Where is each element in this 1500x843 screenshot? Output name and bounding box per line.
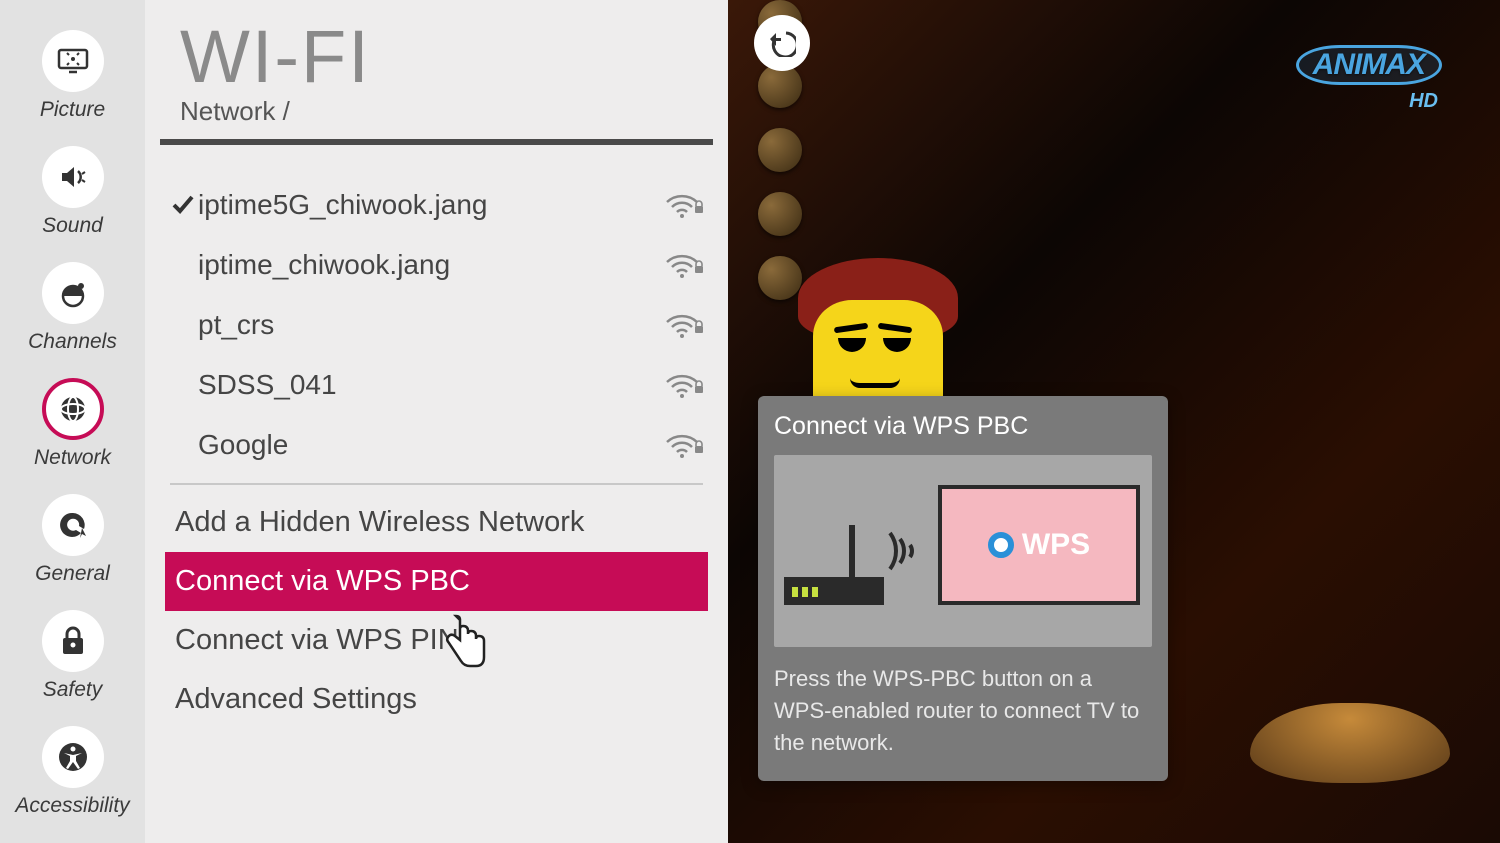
wifi-network-row[interactable]: pt_crs bbox=[160, 295, 713, 355]
sidebar-item-label: Channels bbox=[28, 330, 117, 354]
wps-tooltip-card: Connect via WPS PBC WPS Press the WPS-PB… bbox=[758, 396, 1168, 781]
tv-content-preview: ANIMAX HD Connect via WPS PBC WPS Press … bbox=[728, 0, 1500, 843]
sidebar-item-label: Safety bbox=[43, 678, 103, 702]
wifi-network-list: iptime5G_chiwook.jang iptime_chiwook.jan… bbox=[145, 145, 728, 729]
wifi-network-row[interactable]: Google bbox=[160, 415, 713, 475]
connect-wps-pin-option[interactable]: Connect via WPS PIN bbox=[165, 611, 708, 670]
sidebar-item-label: Picture bbox=[40, 98, 105, 122]
wifi-ssid: iptime_chiwook.jang bbox=[198, 249, 655, 281]
channel-logo: ANIMAX bbox=[1296, 45, 1442, 85]
wifi-ssid: iptime5G_chiwook.jang bbox=[198, 189, 655, 221]
sidebar-item-channels[interactable]: Channels bbox=[0, 252, 145, 368]
tooltip-body: Press the WPS-PBC button on a WPS-enable… bbox=[774, 663, 1152, 759]
sidebar-item-picture[interactable]: Picture bbox=[0, 20, 145, 136]
page-title: WI-FI bbox=[180, 20, 693, 94]
safety-icon bbox=[42, 610, 104, 672]
checkmark-icon bbox=[168, 195, 198, 215]
signal-icon bbox=[884, 523, 932, 584]
general-icon bbox=[42, 494, 104, 556]
accessibility-icon bbox=[42, 726, 104, 788]
wifi-ssid: SDSS_041 bbox=[198, 369, 655, 401]
sidebar-item-accessibility[interactable]: Accessibility bbox=[0, 716, 145, 832]
channels-icon bbox=[42, 262, 104, 324]
tv-icon: WPS bbox=[938, 485, 1140, 605]
wifi-network-row[interactable]: SDSS_041 bbox=[160, 355, 713, 415]
router-icon bbox=[784, 577, 884, 605]
wifi-secured-icon bbox=[655, 190, 705, 220]
add-hidden-network-option[interactable]: Add a Hidden Wireless Network bbox=[165, 493, 708, 552]
sidebar-item-network[interactable]: Network bbox=[0, 368, 145, 484]
decorative-object bbox=[1250, 703, 1450, 783]
settings-sidebar: Picture Sound Channels Network General S… bbox=[0, 0, 145, 843]
sidebar-item-general[interactable]: General bbox=[0, 484, 145, 600]
sidebar-item-label: Sound bbox=[42, 214, 103, 238]
connect-wps-pbc-option[interactable]: Connect via WPS PBC bbox=[165, 552, 708, 611]
wifi-network-row[interactable]: iptime5G_chiwook.jang bbox=[160, 175, 713, 235]
wifi-secured-icon bbox=[655, 430, 705, 460]
network-icon bbox=[42, 378, 104, 440]
tooltip-title: Connect via WPS PBC bbox=[774, 412, 1152, 441]
wifi-secured-icon bbox=[655, 250, 705, 280]
sidebar-item-label: Accessibility bbox=[15, 794, 129, 818]
wifi-secured-icon bbox=[655, 370, 705, 400]
sidebar-item-label: Network bbox=[34, 446, 111, 470]
wifi-secured-icon bbox=[655, 310, 705, 340]
wifi-ssid: pt_crs bbox=[198, 309, 655, 341]
back-button[interactable] bbox=[754, 15, 810, 71]
wifi-network-row[interactable]: iptime_chiwook.jang bbox=[160, 235, 713, 295]
advanced-settings-option[interactable]: Advanced Settings bbox=[165, 670, 708, 729]
wps-button-icon bbox=[988, 532, 1014, 558]
back-arrow-icon bbox=[768, 29, 796, 57]
channel-quality-badge: HD bbox=[1409, 90, 1438, 113]
sidebar-item-sound[interactable]: Sound bbox=[0, 136, 145, 252]
wifi-ssid: Google bbox=[198, 429, 655, 461]
wifi-settings-panel: WI-FI Network / iptime5G_chiwook.jang ip… bbox=[145, 0, 728, 843]
sound-icon bbox=[42, 146, 104, 208]
divider bbox=[170, 483, 703, 485]
wps-label: WPS bbox=[1022, 528, 1090, 562]
breadcrumb: Network / bbox=[180, 96, 693, 127]
settings-header: WI-FI Network / bbox=[160, 20, 713, 145]
sidebar-item-label: General bbox=[35, 562, 110, 586]
sidebar-item-safety[interactable]: Safety bbox=[0, 600, 145, 716]
tooltip-illustration: WPS bbox=[774, 455, 1152, 647]
picture-icon bbox=[42, 30, 104, 92]
